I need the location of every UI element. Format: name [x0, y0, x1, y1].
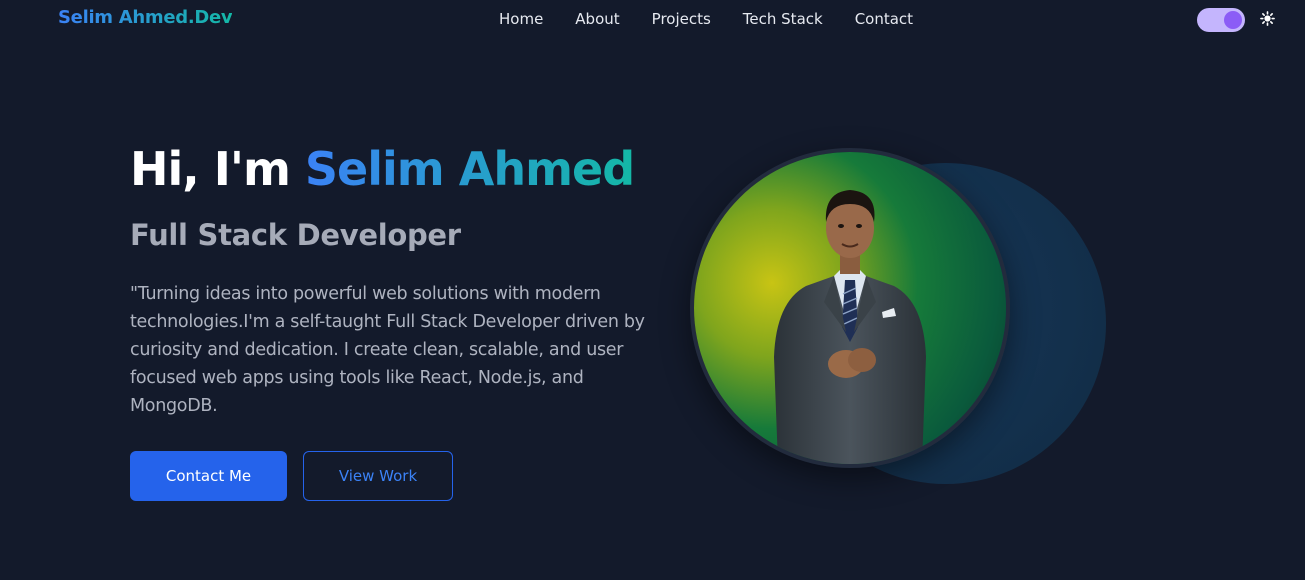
hero-description: "Turning ideas into powerful web solutio…: [130, 284, 645, 416]
hero-role: Full Stack Developer: [130, 218, 461, 252]
sun-icon[interactable]: [1260, 11, 1275, 26]
site-logo[interactable]: Selim Ahmed.Dev: [58, 7, 233, 28]
profile-photo: [690, 148, 1010, 468]
nav-links: Home About Projects Tech Stack Contact: [499, 10, 913, 28]
hero-greeting: Hi, I'm: [130, 142, 305, 196]
hero-title: Hi, I'm Selim Ahmed: [130, 142, 635, 196]
nav-link-home[interactable]: Home: [499, 10, 543, 28]
hero-name: Selim Ahmed: [304, 142, 635, 196]
nav-link-contact[interactable]: Contact: [855, 10, 913, 28]
theme-toggle-knob: [1224, 11, 1242, 29]
nav-link-projects[interactable]: Projects: [652, 10, 711, 28]
theme-toggle[interactable]: [1197, 8, 1245, 32]
nav-link-about[interactable]: About: [575, 10, 619, 28]
view-work-button[interactable]: View Work: [303, 451, 453, 501]
nav-link-tech-stack[interactable]: Tech Stack: [743, 10, 823, 28]
contact-me-button[interactable]: Contact Me: [130, 451, 287, 501]
navbar: Selim Ahmed.Dev Home About Projects Tech…: [0, 0, 1305, 40]
